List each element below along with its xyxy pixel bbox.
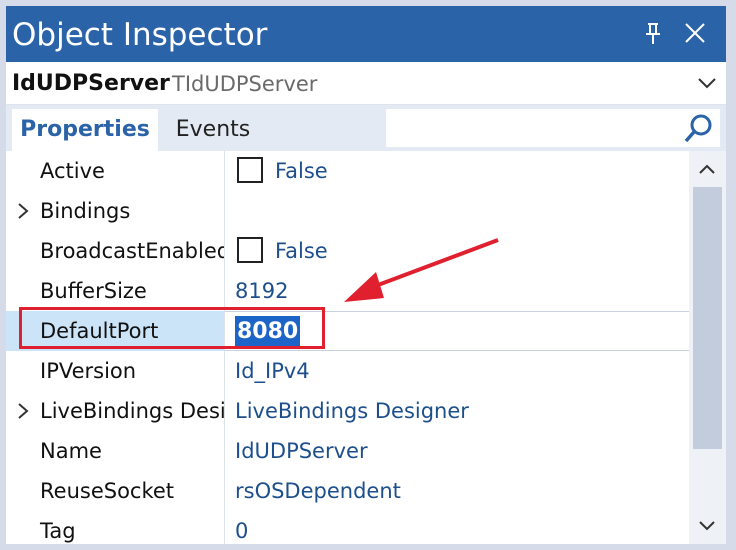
- tab-events[interactable]: Events: [158, 109, 268, 151]
- property-name-cell[interactable]: Bindings: [6, 191, 224, 231]
- search-button[interactable]: [682, 113, 716, 145]
- property-name-cell[interactable]: Active: [6, 151, 224, 191]
- property-value-cell[interactable]: False: [225, 231, 689, 271]
- property-name-cell[interactable]: BufferSize: [6, 271, 224, 311]
- property-value: rsOSDependent: [235, 479, 401, 503]
- scroll-thumb[interactable]: [693, 187, 722, 449]
- property-value-cell[interactable]: 8192: [225, 271, 689, 311]
- property-value-cell[interactable]: IdUDPServer: [225, 431, 689, 471]
- property-name: Bindings: [40, 199, 131, 223]
- property-value: False: [275, 159, 328, 183]
- search-icon: [684, 114, 712, 143]
- pin-button[interactable]: [636, 18, 670, 50]
- chevron-down-icon: [698, 78, 716, 89]
- window-title: Object Inspector: [12, 17, 268, 53]
- property-name: BufferSize: [40, 279, 147, 303]
- tab-properties[interactable]: Properties: [12, 109, 158, 151]
- tab-bar: Properties Events: [6, 105, 726, 151]
- property-name-cell[interactable]: IPVersion: [6, 351, 224, 391]
- vertical-scrollbar[interactable]: [689, 151, 726, 544]
- property-value-cell[interactable]: Id_IPv4: [225, 351, 689, 391]
- property-name-cell[interactable]: BroadcastEnabled: [6, 231, 224, 271]
- property-value: Id_IPv4: [235, 359, 310, 383]
- property-row-bindings[interactable]: Bindings: [6, 191, 689, 231]
- property-row-defaultport[interactable]: DefaultPort 8080: [6, 311, 689, 351]
- property-name-cell[interactable]: Tag: [6, 511, 224, 544]
- property-row-livebindings-designer[interactable]: LiveBindings Designer LiveBindings Design…: [6, 391, 689, 431]
- property-name: Active: [40, 159, 105, 183]
- property-row-broadcastenabled[interactable]: BroadcastEnabled False: [6, 231, 689, 271]
- chevron-right-icon[interactable]: [16, 403, 30, 419]
- chevron-right-icon[interactable]: [16, 203, 30, 219]
- title-bar[interactable]: Object Inspector: [6, 6, 726, 62]
- boolean-checkbox[interactable]: [237, 157, 263, 183]
- component-type: TIdUDPServer: [172, 72, 318, 96]
- property-name-cell[interactable]: Name: [6, 431, 224, 471]
- property-value-cell[interactable]: LiveBindings Designer: [225, 391, 689, 431]
- property-name-cell[interactable]: DefaultPort: [6, 311, 224, 351]
- property-value-cell[interactable]: rsOSDependent: [225, 471, 689, 511]
- property-name: IPVersion: [40, 359, 137, 383]
- property-name: DefaultPort: [40, 319, 159, 343]
- property-value-cell[interactable]: 0: [225, 511, 689, 544]
- property-name: LiveBindings Designer: [40, 399, 224, 423]
- property-value: LiveBindings Designer: [235, 399, 469, 423]
- property-value-cell[interactable]: [225, 191, 689, 231]
- property-grid: Active False Bindings BroadcastEnabled False…: [6, 151, 689, 544]
- property-name: Tag: [40, 519, 76, 543]
- property-row-name[interactable]: Name IdUDPServer: [6, 431, 689, 471]
- chevron-up-icon: [699, 164, 715, 174]
- property-value: IdUDPServer: [235, 439, 368, 463]
- scroll-up-button[interactable]: [689, 151, 726, 187]
- property-value: False: [275, 239, 328, 263]
- search-input[interactable]: [386, 109, 720, 147]
- component-name: IdUDPServer: [12, 71, 170, 96]
- pin-icon: [646, 23, 660, 44]
- property-name-cell[interactable]: ReuseSocket: [6, 471, 224, 511]
- component-selector[interactable]: IdUDPServer TIdUDPServer: [6, 62, 726, 105]
- property-value: 8192: [235, 279, 289, 303]
- property-row-ipversion[interactable]: IPVersion Id_IPv4: [6, 351, 689, 391]
- property-name: ReuseSocket: [40, 479, 175, 503]
- property-name-cell[interactable]: LiveBindings Designer: [6, 391, 224, 431]
- property-value: 0: [235, 519, 249, 543]
- property-value-cell[interactable]: False: [225, 151, 689, 191]
- property-row-reusesocket[interactable]: ReuseSocket rsOSDependent: [6, 471, 689, 511]
- property-value-editor[interactable]: 8080: [235, 316, 301, 348]
- boolean-checkbox[interactable]: [237, 237, 263, 263]
- scroll-down-button[interactable]: [689, 508, 726, 544]
- property-row-active[interactable]: Active False: [6, 151, 689, 191]
- property-row-tag[interactable]: Tag 0: [6, 511, 689, 544]
- property-name: BroadcastEnabled: [40, 239, 224, 263]
- property-name: Name: [40, 439, 102, 463]
- close-icon: [685, 23, 705, 43]
- object-inspector-window: Object Inspector IdUDPServer TIdUDPServe…: [6, 6, 726, 544]
- property-value-cell[interactable]: 8080: [225, 311, 689, 351]
- close-button[interactable]: [678, 18, 712, 50]
- property-row-buffersize[interactable]: BufferSize 8192: [6, 271, 689, 311]
- chevron-down-icon: [699, 521, 715, 531]
- component-dropdown-button[interactable]: [694, 72, 720, 94]
